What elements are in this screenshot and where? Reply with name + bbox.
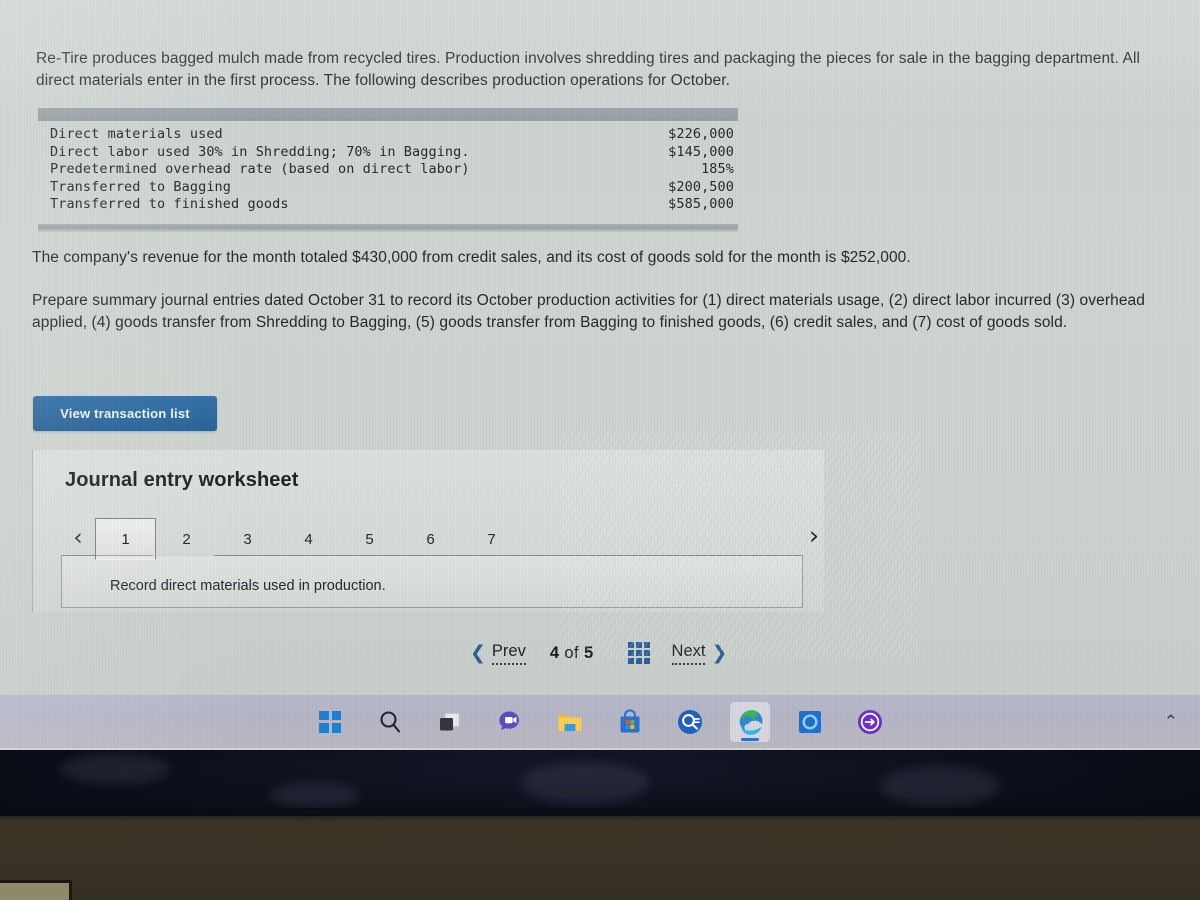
table-cell-label: Direct labor used 30% in Shredding; 70% …: [50, 143, 470, 160]
edge-browser-icon: [739, 709, 763, 735]
desk-object: [0, 880, 72, 900]
table-cell-value: $200,500: [668, 178, 734, 195]
worksheet-tab-7[interactable]: 7: [461, 518, 522, 560]
table-cell-label: Direct materials used: [50, 126, 223, 142]
worksheet-tabs: 1 2 3 4 5 6 7: [95, 516, 522, 560]
task-view-icon: [440, 712, 460, 730]
edge-button[interactable]: [730, 701, 770, 742]
facts-table: Direct materials used $226,000 Direct la…: [38, 108, 738, 232]
worksheet-panel-body: Record direct materials used in producti…: [61, 556, 803, 608]
table-cell-label: Transferred to finished goods: [50, 196, 289, 212]
start-button[interactable]: [310, 702, 350, 742]
cortana-button[interactable]: [790, 702, 830, 742]
store-bag-icon: [620, 708, 640, 732]
photo-scene: Re-Tire produces bagged mulch made from …: [0, 0, 1200, 900]
page-of-word: of: [564, 643, 579, 662]
table-cell-value: 185%: [701, 161, 734, 177]
table-row: Predetermined overhead rate (based on di…: [38, 161, 738, 179]
table-row: Transferred to Bagging $200,500: [38, 179, 738, 197]
next-button[interactable]: Next: [671, 642, 706, 665]
pagination-bar: ❮ Prev 4 of 5 Next ❯: [470, 636, 840, 670]
worksheet-prev-arrow-icon[interactable]: ‹: [61, 516, 95, 560]
table-footer-bar: [38, 223, 738, 232]
monitor-screen: Re-Tire produces bagged mulch made from …: [0, 0, 1200, 750]
worksheet-tab-2[interactable]: 2: [156, 518, 217, 560]
blue-ring-icon: [799, 710, 821, 733]
worksheet-tab-1[interactable]: 1: [95, 518, 156, 560]
table-row: Direct materials used $226,000: [38, 126, 738, 144]
blue-circle-search-icon: [678, 709, 702, 734]
total-page-number: 5: [583, 643, 594, 662]
current-page-number: 4: [549, 643, 560, 662]
table-cell-value: $145,000: [668, 143, 734, 160]
worksheet-instruction-text: Record direct materials used in producti…: [110, 578, 386, 594]
search-icon: [380, 710, 401, 732]
desk-surface: [0, 810, 1200, 900]
table-cell-value: $226,000: [668, 126, 734, 142]
task-view-button[interactable]: [430, 702, 470, 742]
worksheet-next-arrow-icon[interactable]: ›: [797, 513, 831, 557]
journal-entry-worksheet-panel: Journal entry worksheet ‹ 1 2 3 4 5 6 7 …: [32, 450, 824, 612]
worksheet-tab-5[interactable]: 5: [339, 518, 400, 560]
page-counter: 4 of 5: [550, 644, 594, 663]
table-header-bar: [38, 108, 738, 121]
file-explorer-button[interactable]: [550, 702, 590, 742]
table-row: Transferred to finished goods $585,000: [38, 196, 738, 214]
purple-arrow-circle-icon: [858, 709, 882, 734]
worksheet-title: Journal entry worksheet: [65, 469, 299, 491]
chat-video-icon: [499, 711, 519, 730]
view-transaction-list-button[interactable]: View transaction list: [33, 396, 217, 431]
grid-icon[interactable]: [627, 642, 650, 664]
search-button[interactable]: [370, 702, 410, 742]
tray-chevron-up-icon[interactable]: ⌃: [1164, 712, 1178, 732]
table-cell-label: Transferred to Bagging: [50, 178, 232, 195]
windows-taskbar: ⌃: [0, 695, 1200, 748]
worksheet-tab-6[interactable]: 6: [400, 518, 461, 560]
chat-button[interactable]: [490, 702, 530, 742]
worksheet-tab-4[interactable]: 4: [278, 518, 339, 560]
table-body: Direct materials used $226,000 Direct la…: [38, 121, 738, 218]
search-circle-button[interactable]: [670, 702, 710, 742]
windows-logo-icon: [319, 710, 341, 733]
microsoft-store-button[interactable]: [610, 702, 650, 742]
instructions-paragraph: Prepare summary journal entries dated Oc…: [32, 292, 1145, 331]
revenue-paragraph: The company's revenue for the month tota…: [32, 249, 911, 266]
table-cell-label: Predetermined overhead rate (based on di…: [50, 161, 470, 177]
exercise-content: Re-Tire produces bagged mulch made from …: [0, 0, 1200, 695]
taskbar-icon-group: [310, 701, 890, 742]
purple-app-button[interactable]: [850, 702, 890, 742]
next-chevron-icon[interactable]: ❯: [711, 643, 727, 663]
prev-chevron-icon[interactable]: ❮: [470, 643, 486, 663]
folder-icon: [558, 714, 582, 731]
monitor-bezel: [0, 748, 1200, 822]
table-row: Direct labor used 30% in Shredding; 70% …: [38, 144, 738, 162]
worksheet-tab-3[interactable]: 3: [217, 518, 278, 560]
table-cell-value: $585,000: [668, 196, 734, 212]
worksheet-tab-bar: ‹ 1 2 3 4 5 6 7 ›: [61, 513, 819, 560]
prev-button[interactable]: Prev: [491, 642, 526, 665]
intro-paragraph: Re-Tire produces bagged mulch made from …: [36, 50, 1141, 89]
